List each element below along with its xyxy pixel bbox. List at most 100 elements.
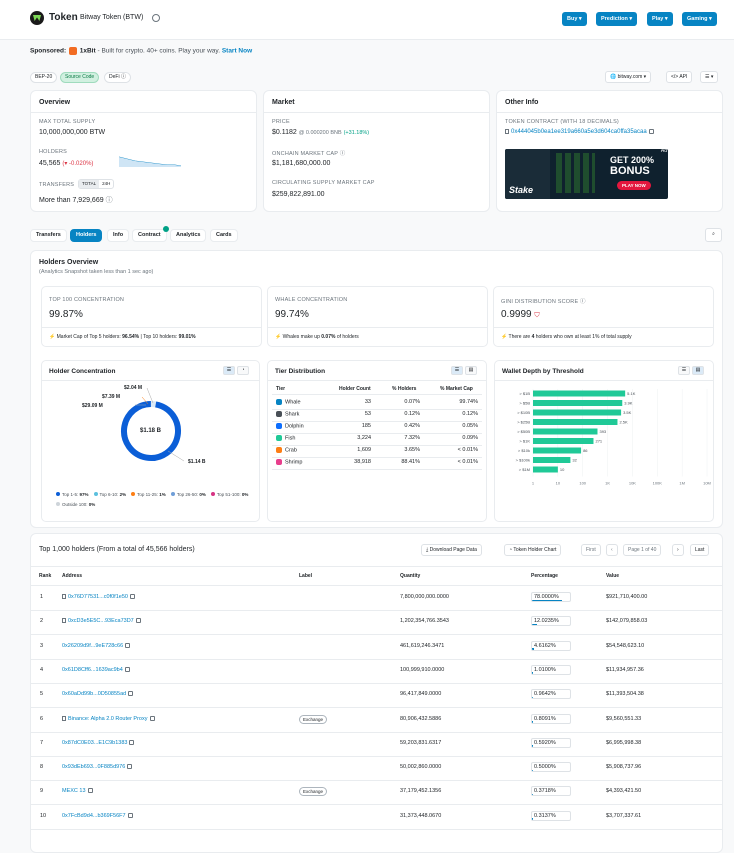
transfers-24h-tab[interactable]: 24H bbox=[99, 180, 113, 188]
last-page-button[interactable]: Last bbox=[690, 544, 709, 556]
other-info-card: Other Info TOKEN CONTRACT (WITH 18 DECIM… bbox=[496, 90, 723, 212]
tier-row-name: Dolphin bbox=[276, 423, 304, 429]
bar-value-label: 32 bbox=[572, 458, 577, 463]
transfers-toggle: TOTAL 24H bbox=[78, 179, 114, 189]
bar-view-icon[interactable]: ▤ bbox=[692, 366, 704, 375]
holder-chart-button[interactable]: ◔ Token Holder Chart bbox=[504, 544, 561, 556]
tab-info[interactable]: Info bbox=[107, 229, 129, 242]
col-quantity: Quantity bbox=[400, 573, 420, 579]
holder-address: Binance: Alpha 2.0 Router Proxy bbox=[68, 716, 148, 722]
depth-bar bbox=[533, 391, 625, 397]
list-view-icon[interactable]: ☰ bbox=[451, 366, 463, 375]
holder-address-link[interactable]: 0x61D8Cff6...1639ac9b4 bbox=[62, 667, 130, 673]
holder-address-link[interactable]: 0x76D77531...c0f0f1e50 bbox=[62, 594, 135, 600]
holder-address-link[interactable]: 0x60aDd99b...0D50855ad bbox=[62, 691, 133, 697]
tag-source-code[interactable]: Source Code bbox=[60, 72, 99, 83]
search-button[interactable]: ⌕ bbox=[705, 228, 722, 242]
holder-quantity: 31,373,448.0670 bbox=[400, 813, 441, 819]
legend-item: Top 1-5: 97% bbox=[56, 490, 89, 500]
info-icon: ⓘ bbox=[106, 197, 113, 204]
tab-transfers[interactable]: Transfers bbox=[30, 229, 67, 242]
list-view-icon[interactable]: ☰ bbox=[223, 366, 235, 375]
ad-banner[interactable]: Ad GET 200% BONUS Stake PLAY NOW bbox=[505, 149, 668, 199]
ad-gems-icon bbox=[553, 153, 595, 193]
legend-item: Top 6-10: 2% bbox=[94, 490, 127, 500]
percentage-text: 0.3137% bbox=[534, 813, 556, 819]
tab-cards[interactable]: Cards bbox=[210, 229, 238, 242]
website-button[interactable]: 🌐 bitway.com ▾ bbox=[605, 71, 651, 83]
transfers-total-tab[interactable]: TOTAL bbox=[79, 180, 99, 188]
more-menu-button[interactable]: ☰ ▾ bbox=[700, 71, 718, 83]
tag-bep20[interactable]: BEP-20 bbox=[30, 72, 57, 83]
copy-icon[interactable] bbox=[128, 813, 133, 818]
copy-icon[interactable] bbox=[136, 618, 141, 623]
dolphin-icon bbox=[276, 423, 282, 429]
percentage-bar bbox=[532, 624, 537, 626]
copy-icon[interactable] bbox=[128, 691, 133, 696]
buy-button[interactable]: Buy ▾ bbox=[562, 12, 587, 26]
holder-address-link[interactable]: 0xcD3e5E5C...93Eca73D7 bbox=[62, 618, 141, 624]
tier-row-name: Crab bbox=[276, 447, 297, 453]
holder-address-link[interactable]: 0x26209d9f...9eE728c66 bbox=[62, 643, 130, 649]
price-label: PRICE bbox=[272, 119, 290, 125]
token-name: Bitway Token (BTW) bbox=[80, 14, 143, 21]
row-divider bbox=[31, 804, 722, 805]
row-divider bbox=[31, 756, 722, 757]
holder-value: $921,710,400.00 bbox=[606, 594, 647, 600]
first-page-button[interactable]: First bbox=[581, 544, 601, 556]
ad-cta-button[interactable]: PLAY NOW bbox=[617, 181, 651, 190]
download-button[interactable]: ⤓ Download Page Data bbox=[421, 544, 482, 556]
holder-address-link[interactable]: Binance: Alpha 2.0 Router Proxy bbox=[62, 716, 155, 722]
tab-holders[interactable]: Holders bbox=[70, 229, 102, 242]
pie-view-icon[interactable]: ◔ bbox=[237, 366, 249, 375]
depth-bar bbox=[533, 467, 558, 473]
copy-icon[interactable] bbox=[649, 129, 654, 134]
prev-page-button[interactable]: ‹ bbox=[606, 544, 618, 556]
percentage-text: 12.0235% bbox=[534, 618, 559, 624]
copy-icon[interactable] bbox=[129, 740, 134, 745]
tier-row-count: 53 bbox=[365, 411, 371, 417]
holder-value: $11,934,957.36 bbox=[606, 667, 644, 673]
tier-name: Shark bbox=[285, 411, 299, 417]
play-button[interactable]: Play ▾ bbox=[647, 12, 673, 26]
contract-link[interactable]: 0x444045b0ea1ee319a660a5e3d604ca0ffa35ac… bbox=[505, 129, 654, 135]
tag-defi[interactable]: DeFi ⓘ bbox=[104, 72, 131, 83]
legend-dot-icon bbox=[131, 492, 135, 496]
copy-icon[interactable] bbox=[88, 788, 93, 793]
fish-icon bbox=[276, 435, 282, 441]
legend-dot-icon bbox=[211, 492, 215, 496]
list-view-icon[interactable]: ☰ bbox=[678, 366, 690, 375]
copy-icon[interactable] bbox=[130, 594, 135, 599]
copy-icon[interactable] bbox=[150, 716, 155, 721]
tab-contract[interactable]: Contract bbox=[132, 229, 167, 242]
gaming-button[interactable]: Gaming ▾ bbox=[682, 12, 717, 26]
depth-bar bbox=[533, 448, 581, 454]
holder-percentage: 0.5920% bbox=[531, 738, 571, 748]
holder-address-link[interactable]: 0x93dEb693...0F885d976 bbox=[62, 764, 132, 770]
holder-address-link[interactable]: 0x7FcBd9d4...b369F56F7 bbox=[62, 813, 133, 819]
copy-icon[interactable] bbox=[127, 764, 132, 769]
tier-name: Dolphin bbox=[285, 423, 304, 429]
legend-dot-icon bbox=[56, 502, 60, 506]
holder-address-link[interactable]: 0x87dC0E03...E1C9b1383 bbox=[62, 740, 134, 746]
copy-icon[interactable] bbox=[125, 667, 130, 672]
tab-analytics[interactable]: Analytics bbox=[170, 229, 206, 242]
holders-value: 45,565 (▾ -0.020%) bbox=[39, 160, 93, 167]
transfers-label: TRANSFERS bbox=[39, 182, 74, 188]
prediction-button[interactable]: Prediction ▾ bbox=[596, 12, 637, 26]
api-button[interactable]: </> API bbox=[666, 71, 692, 83]
bar-view-icon[interactable]: ▤ bbox=[465, 366, 477, 375]
crab-icon bbox=[276, 447, 282, 453]
holder-rank: 10 bbox=[40, 813, 46, 819]
holder-address-link[interactable]: MEXC 13 bbox=[62, 788, 93, 794]
holder-address: 0x7FcBd9d4...b369F56F7 bbox=[62, 813, 126, 819]
holder-address: 0x87dC0E03...E1C9b1383 bbox=[62, 740, 127, 746]
sponsor-cta-link[interactable]: Start Now bbox=[222, 48, 252, 55]
next-page-button[interactable]: › bbox=[672, 544, 684, 556]
donut-label-3: $29.09 M bbox=[82, 403, 103, 409]
donut-center-label: $1.18 B bbox=[140, 428, 161, 434]
tier-row-holders: 7.32% bbox=[404, 435, 420, 441]
copy-icon[interactable] bbox=[125, 643, 130, 648]
tier-row-holders: 0.12% bbox=[404, 411, 420, 417]
row-divider bbox=[31, 732, 722, 733]
